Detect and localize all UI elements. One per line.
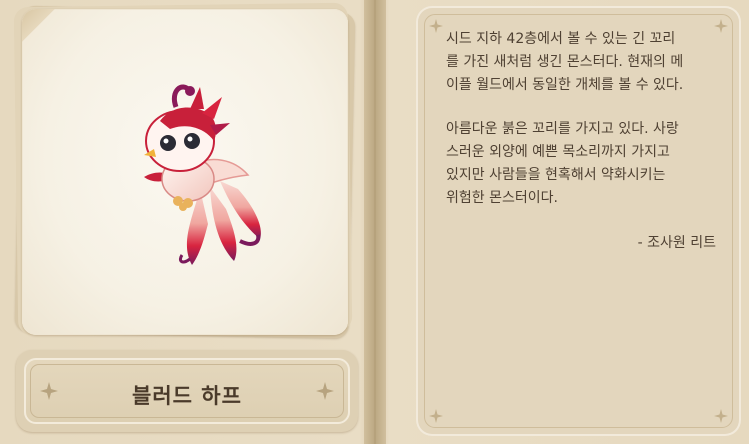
- monster-description: 시드 지하 42층에서 볼 수 있는 긴 꼬리 를 가진 새처럼 생긴 몬스터다…: [446, 28, 721, 231]
- sparkle-icon: [429, 409, 443, 423]
- researcher-signature: - 조사원 리트: [637, 235, 716, 251]
- blood-harp-monster-icon: [144, 84, 261, 265]
- card-curled-corner: [22, 9, 58, 45]
- description-paragraph: 아름다운 붉은 꼬리를 가지고 있다. 사랑 스러운 외양에 예쁜 목소리까지 …: [446, 121, 679, 206]
- name-plate-frame: 블러드 하프: [24, 358, 350, 424]
- sparkle-icon: [429, 19, 443, 33]
- sparkle-icon: [714, 409, 728, 423]
- monster-name: 블러드 하프: [132, 384, 242, 408]
- book-spine: [364, 0, 386, 444]
- monster-name-plate: 블러드 하프: [16, 350, 358, 432]
- description-paragraph: 시드 지하 42층에서 볼 수 있는 긴 꼬리 를 가진 새처럼 생긴 몬스터다…: [446, 31, 684, 93]
- monster-card: [12, 2, 364, 343]
